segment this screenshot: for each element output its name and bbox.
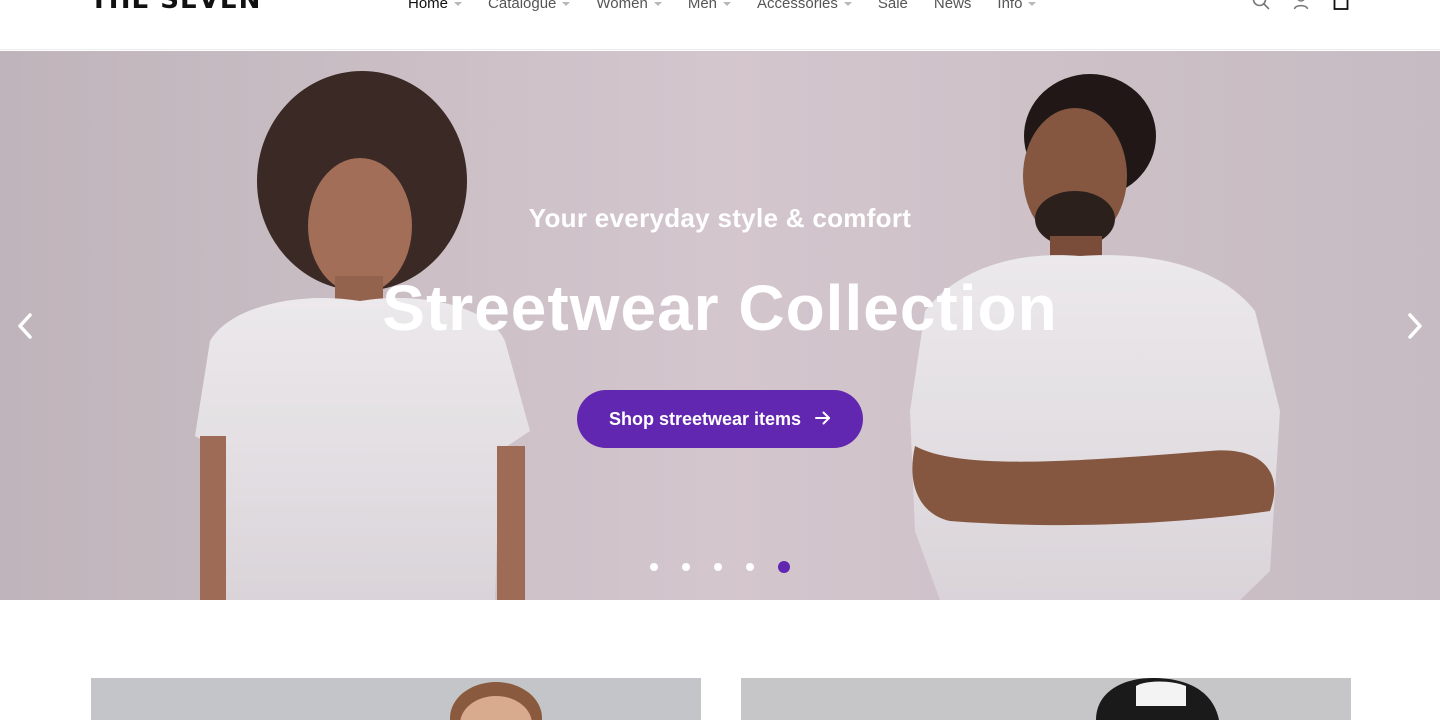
hero-slider: Your everyday style & comfort Streetwear… — [0, 51, 1440, 600]
collection-cards — [91, 678, 1351, 720]
nav-item-label: Catalogue — [488, 0, 557, 12]
slide-dot-4[interactable] — [746, 563, 754, 571]
slide-dot-2[interactable] — [682, 563, 690, 571]
chevron-right-icon — [1408, 313, 1422, 339]
slide-dot-5[interactable] — [778, 561, 790, 573]
chevron-down-icon — [562, 2, 571, 6]
search-icon[interactable] — [1252, 0, 1270, 10]
collection-card-men[interactable] — [741, 678, 1351, 720]
main-nav: Home Catalogue Women Men Accessories Sal… — [408, 0, 1062, 14]
nav-item-label: Home — [408, 0, 449, 12]
card-image — [741, 678, 1351, 720]
nav-item-label: News — [933, 0, 972, 12]
chevron-down-icon — [454, 2, 463, 6]
hero-title: Streetwear Collection — [382, 272, 1058, 344]
site-logo[interactable]: THE SEVEN — [90, 0, 261, 14]
cart-icon[interactable] — [1332, 0, 1350, 10]
slider-next-button[interactable] — [1400, 309, 1430, 343]
chevron-down-icon — [653, 2, 662, 6]
nav-item-news[interactable]: News — [934, 0, 972, 14]
slider-pagination — [650, 561, 814, 573]
slide-dot-3[interactable] — [714, 563, 722, 571]
nav-item-info[interactable]: Info — [997, 0, 1037, 14]
chevron-down-icon — [843, 2, 852, 6]
nav-item-sale[interactable]: Sale — [878, 0, 908, 14]
nav-item-label: Sale — [877, 0, 908, 12]
nav-item-label: Men — [687, 0, 718, 12]
header-actions — [1252, 0, 1350, 10]
hero-subtitle: Your everyday style & comfort — [528, 203, 912, 233]
nav-item-label: Women — [596, 0, 648, 12]
nav-item-women[interactable]: Women — [596, 0, 662, 14]
shop-streetwear-button[interactable]: Shop streetwear items — [577, 390, 863, 448]
collection-card-women[interactable] — [91, 678, 701, 720]
nav-item-catalogue[interactable]: Catalogue — [488, 0, 571, 14]
account-icon[interactable] — [1292, 0, 1310, 10]
nav-item-label: Accessories — [757, 0, 838, 12]
nav-item-men[interactable]: Men — [687, 0, 732, 14]
arrow-right-icon — [815, 409, 831, 430]
site-header: THE SEVEN Home Catalogue Women Men Acces… — [0, 0, 1440, 50]
nav-item-label: Info — [997, 0, 1023, 12]
card-image — [91, 678, 701, 720]
slide-dot-1[interactable] — [650, 563, 658, 571]
slider-prev-button[interactable] — [10, 309, 40, 343]
chevron-left-icon — [18, 313, 32, 339]
nav-item-home[interactable]: Home — [408, 0, 463, 14]
nav-item-accessories[interactable]: Accessories — [757, 0, 852, 14]
chevron-down-icon — [1028, 2, 1037, 6]
cta-label: Shop streetwear items — [608, 408, 802, 429]
chevron-down-icon — [723, 2, 732, 6]
